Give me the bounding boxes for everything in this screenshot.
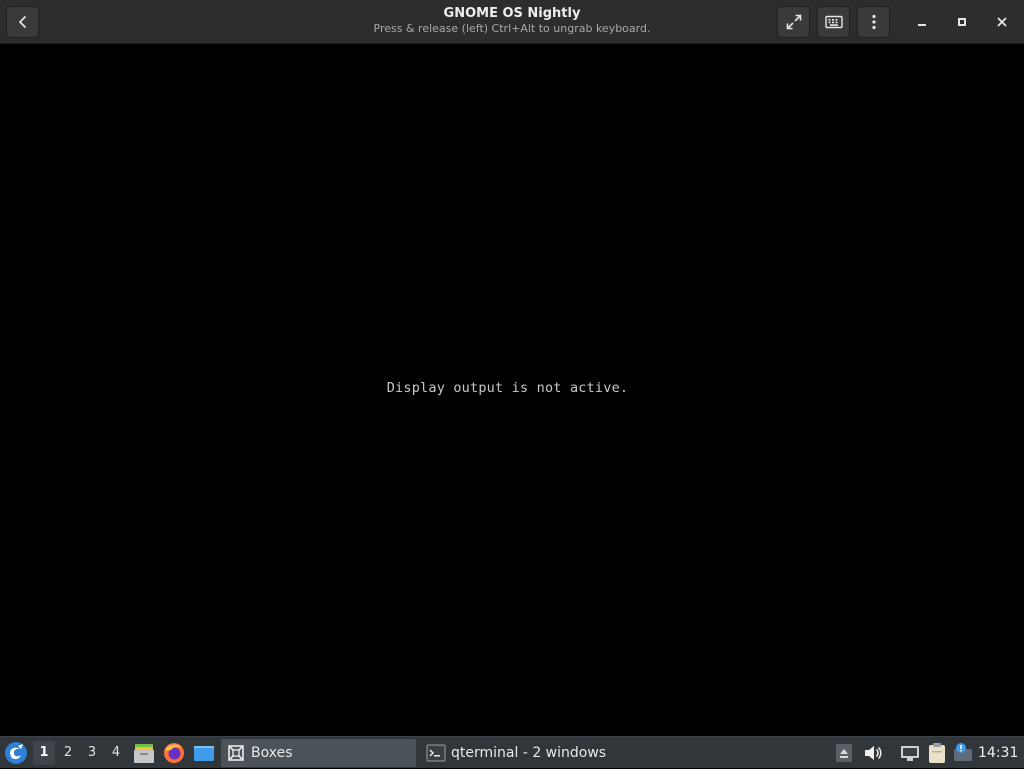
minimize-icon — [918, 24, 926, 26]
back-button[interactable] — [6, 6, 39, 38]
chevron-up-icon — [836, 744, 852, 762]
taskbar: 1 2 3 4 Boxes qterminal - 2 windows 14:3… — [0, 736, 1024, 768]
firefox-icon — [164, 743, 184, 763]
display-status-message: Display output is not active. — [386, 380, 629, 396]
update-notifier-icon — [954, 743, 972, 761]
task-label: Boxes — [251, 745, 293, 761]
window-subtitle: Press & release (left) Ctrl+Alt to ungra… — [373, 22, 651, 35]
clipboard-indicator[interactable] — [925, 741, 949, 765]
notification-indicator[interactable] — [951, 741, 975, 765]
close-button[interactable] — [989, 9, 1015, 35]
file-manager-launcher[interactable] — [132, 741, 156, 765]
desktop-switcher-4[interactable]: 4 — [105, 741, 127, 765]
desktop-icon — [194, 746, 214, 761]
fullscreen-icon — [786, 14, 801, 30]
boxes-icon — [228, 745, 244, 761]
lxqt-logo-icon — [5, 742, 27, 764]
application-menu-button[interactable] — [4, 741, 28, 765]
taskbar-task-boxes[interactable]: Boxes — [221, 739, 416, 767]
volume-control[interactable] — [861, 741, 885, 765]
network-wired-icon — [901, 746, 919, 761]
vm-display[interactable]: Display output is not active. — [0, 45, 1024, 736]
taskbar-task-qterminal[interactable]: qterminal - 2 windows — [420, 739, 660, 767]
terminal-icon — [426, 744, 446, 762]
tray-expand-button[interactable] — [832, 741, 856, 765]
vertical-dots-icon — [871, 14, 876, 30]
speaker-icon — [865, 746, 882, 760]
title-block: GNOME OS Nightly Press & release (left) … — [300, 5, 724, 36]
maximize-button[interactable] — [949, 9, 975, 35]
chevron-left-icon — [18, 15, 26, 29]
show-desktop-button[interactable] — [192, 741, 216, 765]
firefox-launcher[interactable] — [162, 741, 186, 765]
send-keys-button[interactable] — [817, 6, 850, 38]
maximize-icon — [958, 18, 966, 26]
desktop-switcher-2[interactable]: 2 — [57, 741, 79, 765]
menu-button[interactable] — [857, 6, 890, 38]
task-label: qterminal - 2 windows — [451, 745, 607, 761]
desktop-switcher-3[interactable]: 3 — [81, 741, 103, 765]
file-manager-icon — [134, 744, 154, 763]
minimize-button[interactable] — [909, 9, 935, 35]
clock[interactable]: 14:31 — [978, 741, 1018, 765]
header-bar: GNOME OS Nightly Press & release (left) … — [0, 0, 1024, 44]
desktop-switcher-1[interactable]: 1 — [33, 741, 55, 765]
fullscreen-button[interactable] — [777, 6, 810, 38]
network-indicator[interactable] — [898, 741, 922, 765]
window-title: GNOME OS Nightly — [443, 6, 581, 21]
clipboard-icon — [929, 743, 945, 763]
close-icon — [997, 17, 1007, 27]
keyboard-icon — [824, 15, 843, 29]
